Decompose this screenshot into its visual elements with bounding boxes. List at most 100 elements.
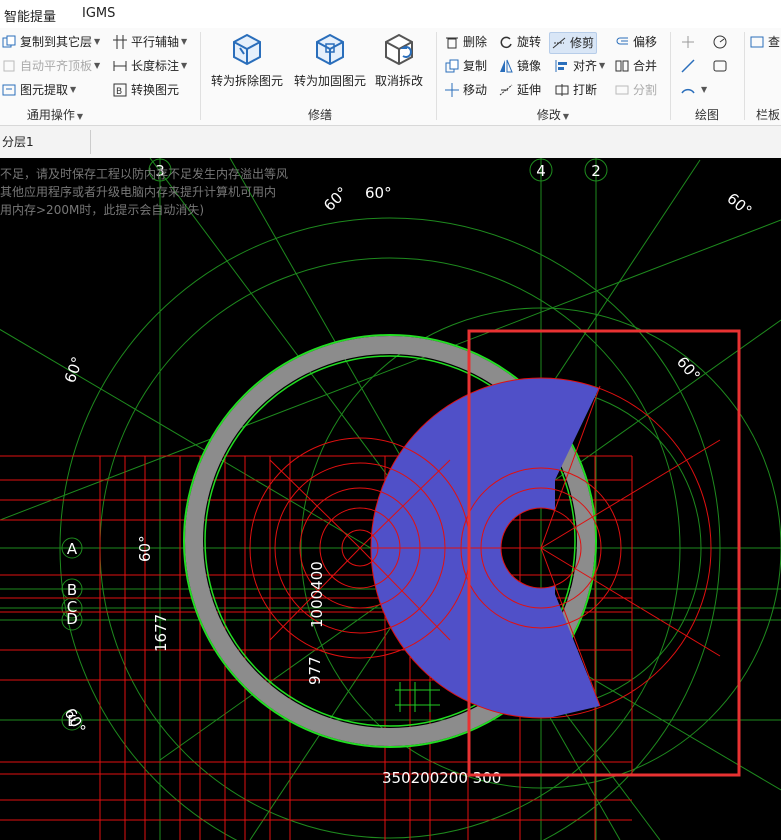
group-label-panel: 栏板 <box>756 108 781 122</box>
axis-label-a: A <box>67 540 78 558</box>
chevron-down-icon: ▼ <box>76 112 84 121</box>
dimension-label: 350200200 300 <box>382 769 501 787</box>
axis-label-d: D <box>66 610 78 628</box>
memory-warning-line: 不足，请及时保存工程以防内存不足发生内存溢出等风 <box>0 167 289 181</box>
split-button[interactable]: 分割 <box>615 80 657 100</box>
chevron-down-icon: ▼ <box>94 61 101 70</box>
draw-point-button[interactable] <box>681 32 699 52</box>
angle-label: 60° <box>61 354 87 385</box>
move-button[interactable]: 移动 <box>445 80 487 100</box>
mirror-button[interactable]: 镜像 <box>499 56 541 76</box>
chevron-down-icon: ▼ <box>94 37 101 46</box>
trim-icon <box>552 36 566 50</box>
align-icon <box>555 59 569 73</box>
copy-icon <box>445 59 459 73</box>
rotate-button[interactable]: 旋转 <box>499 32 541 52</box>
align-top-icon <box>2 59 16 73</box>
angle-label: 60° <box>61 705 90 737</box>
group-separator <box>200 32 201 120</box>
drawing-canvas[interactable]: 3 4 2 A B C D E 60° 60° 60° 60° 60° 60° … <box>0 158 781 840</box>
merge-button[interactable]: 合并 <box>615 56 657 76</box>
group-label-draw: 绘图 <box>694 108 719 122</box>
angle-label: 60° <box>723 189 755 220</box>
move-icon <box>445 83 459 97</box>
menu-igms[interactable]: IGMS <box>82 6 115 21</box>
circle-icon <box>713 35 727 49</box>
merge-icon <box>615 59 629 73</box>
memory-warning-line: 其他应用程序或者升级电脑内存来提升计算机可用内 <box>0 185 277 199</box>
chevron-down-icon: ▼ <box>181 37 188 46</box>
trash-icon <box>445 35 459 49</box>
trim-button[interactable]: 修剪 <box>549 32 598 54</box>
extract-icon <box>2 83 16 97</box>
rectangle-icon <box>713 59 727 73</box>
chevron-down-icon: ▼ <box>70 85 77 94</box>
angle-label: 60° <box>365 184 392 202</box>
delete-button[interactable]: 删除 <box>445 32 487 52</box>
break-button[interactable]: 打断 <box>555 80 597 100</box>
layer-select[interactable]: 分层1 <box>0 130 91 154</box>
copy-to-layer-button[interactable]: 复制到其它层 ▼ <box>2 32 100 52</box>
group-separator <box>744 32 745 120</box>
cube-split-icon <box>233 33 261 66</box>
angle-label: 60° <box>136 535 154 562</box>
group-separator <box>670 32 671 120</box>
axis-label-b: B <box>67 581 77 599</box>
layer-toolbar: 分层1 <box>0 126 781 159</box>
mirror-icon <box>499 59 513 73</box>
extend-icon <box>499 83 513 97</box>
rotate-icon <box>499 35 513 49</box>
chevron-down-icon: ▼ <box>701 85 708 94</box>
hatch-marks <box>395 682 440 712</box>
group-separator <box>436 32 437 120</box>
convert-element-button[interactable]: B 转换图元 <box>113 80 179 100</box>
dimension-icon <box>113 59 127 73</box>
chevron-down-icon: ▼ <box>181 61 188 70</box>
copy-layer-icon <box>2 35 16 49</box>
draw-arc-button[interactable]: ▼ <box>681 80 707 100</box>
svg-text:B: B <box>116 87 122 97</box>
cube-reinforce-icon <box>316 33 344 66</box>
offset-icon <box>615 35 629 49</box>
dimension-label: 977 <box>306 656 324 685</box>
group-label-general: 通用操作 ▼ <box>26 108 84 122</box>
to-split-element-button[interactable]: 转为拆除图元 <box>205 32 289 89</box>
query-icon <box>750 35 764 49</box>
arc-icon <box>681 83 695 97</box>
draw-line-button[interactable] <box>681 56 699 76</box>
auto-align-top-button[interactable]: 自动平齐顶板 ▼ <box>2 56 100 76</box>
menu-smart-quantity[interactable]: 智能提量 <box>4 6 56 25</box>
split-icon <box>615 83 629 97</box>
menu-bar: 智能提量 IGMS <box>0 0 781 28</box>
line-icon <box>681 59 695 73</box>
axis-label-4: 4 <box>536 162 546 180</box>
draw-rect-button[interactable] <box>713 56 731 76</box>
chevron-down-icon: ▼ <box>562 112 570 121</box>
angle-label: 60° <box>673 353 704 385</box>
parallel-axis-button[interactable]: 平行辅轴 ▼ <box>113 32 187 52</box>
extend-button[interactable]: 延伸 <box>499 80 541 100</box>
copy-button[interactable]: 复制 <box>445 56 487 76</box>
dimension-label: 1000400 <box>308 561 326 628</box>
offset-button[interactable]: 偏移 <box>615 32 657 52</box>
dimension-label: 1677 <box>152 614 170 652</box>
cancel-split-button[interactable]: 取消拆改 <box>357 32 441 89</box>
align-button[interactable]: 对齐 ▼ <box>555 56 605 76</box>
chevron-down-icon: ▼ <box>599 61 606 70</box>
draw-circle-button[interactable] <box>713 32 731 52</box>
angle-label: 60° <box>320 183 352 215</box>
element-extract-button[interactable]: 图元提取 ▼ <box>2 80 76 100</box>
group-label-modify: 修改 ▼ <box>536 108 570 122</box>
length-annotation-button[interactable]: 长度标注 ▼ <box>113 56 187 76</box>
query-button[interactable]: 查 <box>750 32 780 52</box>
break-icon <box>555 83 569 97</box>
cube-undo-icon <box>385 33 413 66</box>
group-label-repair: 修缮 <box>307 108 332 122</box>
cad-drawing[interactable]: 3 4 2 A B C D E 60° 60° 60° 60° 60° 60° … <box>0 158 781 840</box>
ribbon-toolbar: 复制到其它层 ▼ 自动平齐顶板 ▼ 图元提取 ▼ 平行辅轴 ▼ 长度标注 ▼ B 转换图元… <box>0 28 781 126</box>
memory-warning-line: 用内存>200M时，此提示会自动消失) <box>0 203 204 217</box>
convert-icon: B <box>113 83 127 97</box>
parallel-axis-icon <box>113 35 127 49</box>
point-icon <box>681 35 695 49</box>
axis-label-2: 2 <box>591 162 601 180</box>
